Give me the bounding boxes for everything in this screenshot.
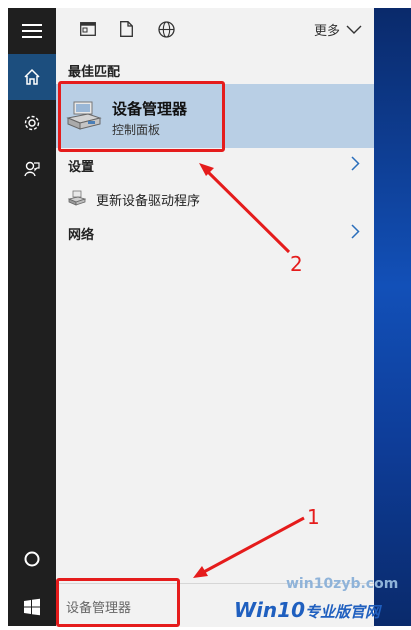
watermark-brand-cn: 专业版官网 — [305, 603, 381, 621]
watermark-brand-en: Win10 — [234, 598, 305, 622]
watermark-brand: Win10专业版官网 — [234, 598, 380, 622]
annotation-label-1: 1 — [307, 505, 320, 529]
watermark-site: win10zyb.com — [286, 576, 399, 592]
start-menu-screenshot: 更多 最佳匹配 设备管理器 控制面板 设置 更新设备驱动程序 网络 设备管理器 … — [0, 0, 411, 627]
annotation-arrows — [193, 163, 305, 578]
annotation-arrow-2 — [202, 166, 291, 254]
annotation-arrow-1 — [199, 516, 305, 576]
annotation-label-2: 2 — [290, 252, 303, 276]
